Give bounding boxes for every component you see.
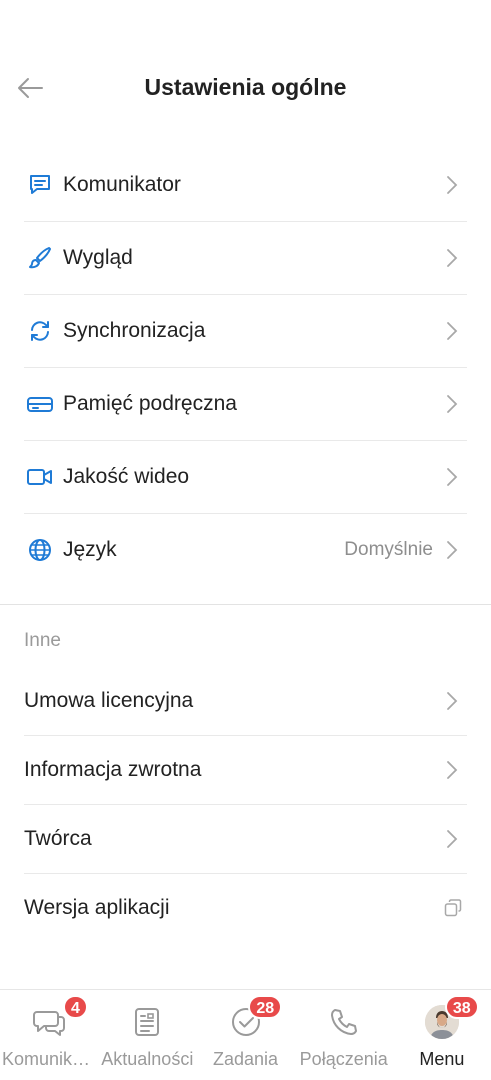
chevron-right-icon [445, 690, 459, 712]
other-item-creator[interactable]: Twórca [24, 805, 467, 874]
tab-label: Połączenia [299, 1049, 388, 1069]
settings-item-label: Synchronizacja [63, 319, 206, 342]
chevron-right-icon [445, 247, 459, 269]
settings-item-messenger[interactable]: Komunikator [24, 149, 467, 222]
bottom-tab-bar: 4 Komunikator Aktualności 28 Zadania Poł… [0, 989, 491, 1080]
unread-badge: 4 [63, 995, 88, 1019]
settings-item-cache[interactable]: Pamięć podręczna [24, 368, 467, 441]
news-icon [129, 1004, 165, 1040]
settings-item-label: Jakość wideo [63, 465, 190, 488]
tasks-badge: 28 [248, 995, 283, 1019]
settings-item-label: Pamięć podręczna [63, 392, 237, 415]
chevron-right-icon [445, 466, 459, 488]
chevron-right-icon [445, 174, 459, 196]
tab-news[interactable]: Aktualności [98, 990, 196, 1080]
other-item-label: Wersja aplikacji [24, 896, 170, 919]
settings-item-video-quality[interactable]: Jakość wideo [24, 441, 467, 514]
chevron-right-icon [445, 320, 459, 342]
chevron-right-icon [445, 393, 459, 415]
settings-list: Komunikator Wygląd Synchronizacja Pamięć… [24, 149, 467, 586]
other-item-label: Twórca [24, 827, 92, 850]
other-item-label: Umowa licencyjna [24, 689, 194, 712]
other-item-label: Informacja zwrotna [24, 758, 202, 781]
settings-item-label: Komunikator [63, 173, 181, 196]
chat-icon [25, 170, 55, 200]
tab-menu[interactable]: 38 Menu [393, 990, 491, 1080]
settings-item-appearance[interactable]: Wygląd [24, 222, 467, 295]
brush-icon [25, 243, 55, 273]
chevron-right-icon [445, 759, 459, 781]
other-list: Umowa licencyjna Informacja zwrotna Twór… [24, 667, 467, 942]
chevron-right-icon [445, 828, 459, 850]
header: Ustawienia ogólne [0, 60, 491, 120]
page-title: Ustawienia ogólne [144, 74, 347, 100]
copy-icon[interactable] [443, 897, 463, 919]
settings-item-sync[interactable]: Synchronizacja [24, 295, 467, 368]
tab-messenger[interactable]: 4 Komunikator [0, 990, 98, 1080]
other-item-feedback[interactable]: Informacja zwrotna [24, 736, 467, 805]
phone-icon [326, 1004, 362, 1040]
settings-item-label: Język [63, 538, 117, 561]
chat-bubbles-icon [31, 1004, 67, 1040]
menu-badge: 38 [444, 995, 479, 1019]
settings-item-language[interactable]: Język Domyślnie [24, 514, 467, 586]
chevron-right-icon [445, 539, 459, 561]
cache-icon [25, 389, 55, 419]
other-item-app-version[interactable]: Wersja aplikacji [24, 874, 467, 942]
tab-label: Komunikator [2, 1049, 99, 1069]
tab-tasks[interactable]: 28 Zadania [196, 990, 294, 1080]
other-item-license[interactable]: Umowa licencyjna [24, 667, 467, 736]
section-divider [0, 604, 491, 605]
settings-item-label: Wygląd [63, 246, 133, 269]
tab-label: Menu [419, 1049, 465, 1069]
language-value: Domyślnie [344, 539, 433, 560]
tab-label: Zadania [212, 1049, 279, 1069]
tab-calls[interactable]: Połączenia [295, 990, 393, 1080]
tab-label: Aktualności [101, 1049, 194, 1069]
sync-icon [25, 316, 55, 346]
section-title-other: Inne [24, 630, 61, 651]
globe-icon [25, 535, 55, 565]
video-icon [25, 462, 55, 492]
